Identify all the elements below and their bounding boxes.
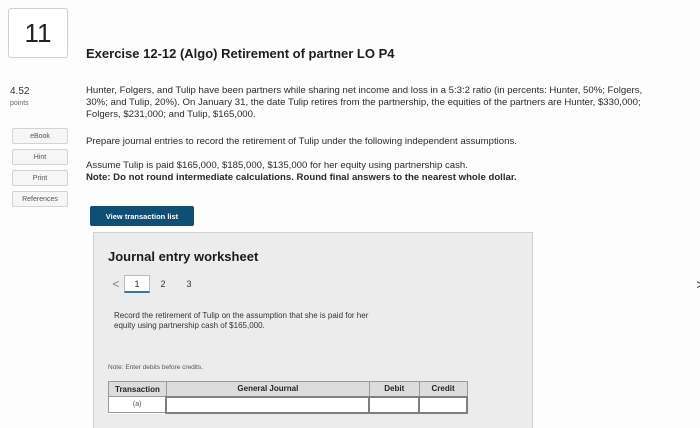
- points-value: 4.52: [10, 86, 30, 97]
- problem-assumption: Assume Tulip is paid $165,000, $185,000,…: [86, 160, 468, 171]
- credit-input[interactable]: [418, 395, 468, 414]
- question-number: 11: [8, 8, 68, 58]
- transaction-cell: (a): [108, 396, 167, 413]
- col-credit: Credit: [418, 381, 468, 397]
- journal-entry-worksheet: Journal entry worksheet < 1 2 3 > Record…: [93, 232, 700, 428]
- worksheet-pagination: < 1 2 3: [108, 275, 202, 293]
- page-tab-1[interactable]: 1: [124, 275, 150, 293]
- general-journal-input[interactable]: [165, 395, 371, 414]
- rounding-note: Note: Do not round intermediate calculat…: [86, 172, 517, 183]
- references-button[interactable]: References: [12, 191, 68, 207]
- instruction-line-2: equity using partnership cash of $165,00…: [114, 321, 265, 330]
- exercise-title: Exercise 12-12 (Algo) Retirement of part…: [86, 46, 395, 61]
- col-general-journal: General Journal: [165, 381, 370, 397]
- next-arrow-icon[interactable]: >: [696, 277, 700, 292]
- problem-task: Prepare journal entries to record the re…: [86, 136, 517, 147]
- instruction-line-1: Record the retirement of Tulip on the as…: [114, 311, 369, 320]
- problem-description: Hunter, Folgers, and Tulip have been par…: [86, 85, 696, 121]
- print-button[interactable]: Print: [12, 170, 68, 186]
- prev-arrow-icon[interactable]: <: [108, 277, 124, 291]
- points-indicator: 4.52 points: [10, 86, 29, 110]
- worksheet-instruction: Record the retirement of Tulip on the as…: [114, 311, 454, 331]
- hint-button[interactable]: Hint: [12, 149, 68, 165]
- problem-line-1: Hunter, Folgers, and Tulip have been par…: [86, 85, 643, 96]
- journal-table: Transaction General Journal Debit Credit…: [108, 381, 468, 414]
- points-label: points: [10, 100, 29, 107]
- ebook-button[interactable]: eBook: [12, 128, 68, 144]
- worksheet-note: Note: Enter debits before credits.: [108, 364, 204, 371]
- problem-line-3: Folgers, $231,000; and Tulip, $165,000.: [86, 109, 256, 120]
- page-tab-2[interactable]: 2: [150, 275, 176, 293]
- col-debit: Debit: [368, 381, 420, 397]
- problem-line-2: 30%; and Tulip, 20%). On January 31, the…: [86, 97, 641, 108]
- debit-input[interactable]: [368, 395, 421, 414]
- page-tab-3[interactable]: 3: [176, 275, 202, 293]
- view-transaction-list-button[interactable]: View transaction list: [90, 206, 194, 226]
- worksheet-title: Journal entry worksheet: [108, 249, 259, 264]
- table-row: (a): [108, 395, 468, 414]
- col-transaction: Transaction: [108, 381, 167, 397]
